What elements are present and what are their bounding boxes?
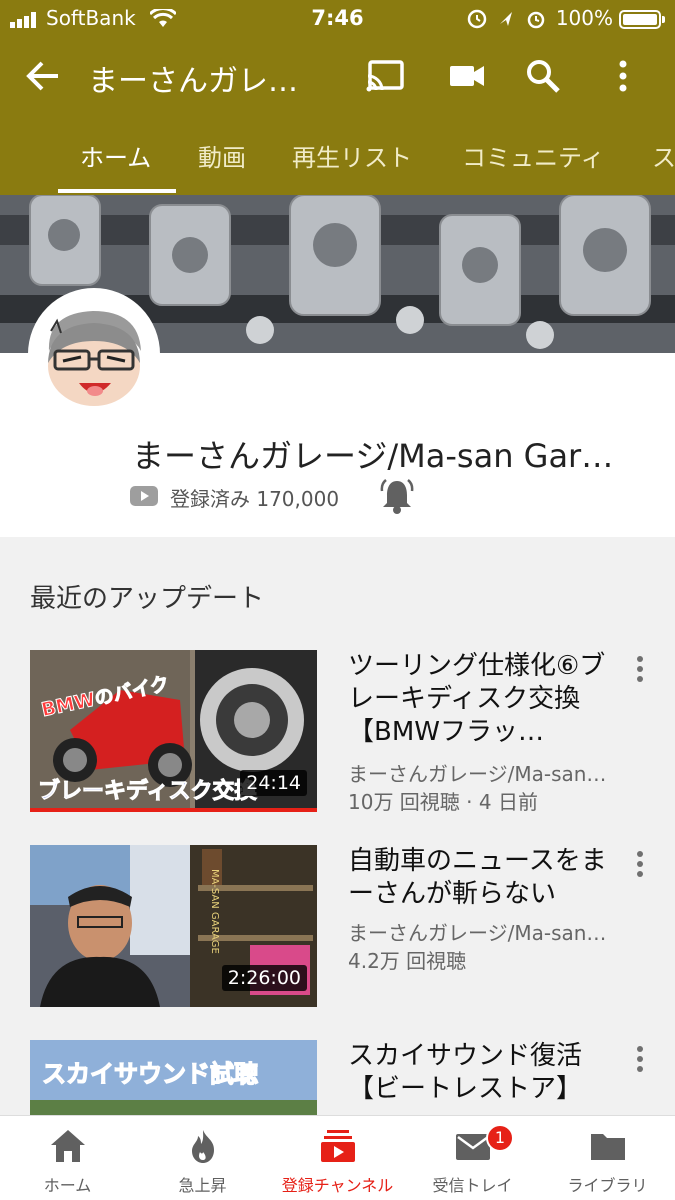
youtube-icon	[130, 486, 158, 506]
video-channel: まーさんガレージ/Ma-san…	[348, 921, 607, 945]
home-icon	[51, 1130, 85, 1162]
status-bar: SoftBank 7:46 100%	[0, 0, 675, 38]
search-icon[interactable]	[522, 56, 564, 96]
nav-label: ライブラリ	[567, 1176, 648, 1195]
video-meta: 10万 回視聴 · 4 日前	[348, 790, 538, 814]
nav-label: 登録チャンネル	[281, 1176, 394, 1195]
top-bar: SoftBank 7:46 100% まーさんガレ… ホーム 動画 再生リスト …	[0, 0, 675, 195]
video-menu-icon[interactable]	[630, 654, 650, 684]
nav-label: 急上昇	[178, 1176, 227, 1195]
video-menu-icon[interactable]	[630, 1044, 650, 1074]
thumbnail-text: スカイサウンド試聴	[42, 1060, 258, 1088]
more-vert-icon[interactable]	[602, 56, 644, 96]
tab-home[interactable]: ホーム	[80, 138, 151, 173]
video-title[interactable]: ツーリング仕様化⑥ブレーキディスク交換【BMWフラッ…	[348, 650, 618, 749]
channel-tabs: ホーム 動画 再生リスト コミュニティ ス	[0, 122, 675, 195]
folder-icon	[591, 1134, 625, 1160]
video-title[interactable]: 自動車のニュースをまーさんが斬らない	[348, 845, 618, 911]
channel-avatar[interactable]	[28, 288, 160, 420]
thumbnail-text: MA-SAN GARAGE	[209, 869, 220, 954]
tab-playlists[interactable]: 再生リスト	[292, 138, 412, 173]
notification-bell-icon[interactable]	[378, 477, 416, 515]
nav-inbox[interactable]: 1 受信トレイ	[405, 1116, 540, 1200]
status-icons	[467, 9, 545, 29]
nav-label: 受信トレイ	[432, 1176, 513, 1195]
tab-community[interactable]: コミュニティ	[462, 138, 605, 173]
cast-icon[interactable]	[364, 56, 406, 96]
nav-subscriptions[interactable]: 登録チャンネル	[270, 1116, 405, 1200]
video-meta: 4.2万 回視聴	[348, 949, 467, 973]
video-thumbnail[interactable]: BMWのバイク ブレーキディスク交換 24:14	[30, 650, 317, 812]
video-menu-icon[interactable]	[630, 849, 650, 879]
video-item[interactable]: MA-SAN GARAGE 2:26:00 自動車のニュースをまーさんが斬らない…	[0, 845, 675, 1015]
video-duration: 2:26:00	[221, 965, 307, 991]
battery-percent: 100%	[555, 6, 613, 30]
flame-icon	[192, 1130, 214, 1163]
tab-active-indicator	[58, 189, 176, 193]
inbox-badge: 1	[486, 1124, 514, 1152]
subscription-count: 登録済み 170,000	[170, 487, 340, 511]
bottom-navigation: ホーム 急上昇 登録チャンネル 1 受信トレイ ライブラリ	[0, 1115, 675, 1200]
video-duration: 24:14	[240, 770, 307, 796]
channel-name: まーさんガレージ/Ma-san Gar…	[132, 437, 614, 475]
thumbnail-text: ブレーキディスク交換	[38, 778, 257, 804]
tab-more[interactable]: ス	[652, 138, 675, 173]
app-bar: まーさんガレ…	[0, 40, 675, 112]
video-camera-icon[interactable]	[446, 56, 488, 96]
section-title: 最近のアップデート	[30, 584, 265, 614]
nav-home[interactable]: ホーム	[0, 1116, 135, 1200]
back-arrow-icon[interactable]	[24, 58, 62, 94]
video-channel: まーさんガレージ/Ma-san…	[348, 762, 607, 786]
nav-library[interactable]: ライブラリ	[540, 1116, 675, 1200]
video-item[interactable]: BMWのバイク ブレーキディスク交換 24:14 ツーリング仕様化⑥ブレーキディ…	[0, 650, 675, 820]
video-title[interactable]: スカイサウンド復活【ビートレストア】	[348, 1040, 618, 1106]
tab-videos[interactable]: 動画	[198, 138, 246, 173]
battery-icon	[619, 10, 665, 29]
nav-label: ホーム	[43, 1176, 92, 1195]
video-thumbnail[interactable]: MA-SAN GARAGE 2:26:00	[30, 845, 317, 1007]
page-title: まーさんガレ…	[88, 64, 298, 99]
nav-trending[interactable]: 急上昇	[135, 1116, 270, 1200]
subscriptions-icon	[321, 1130, 355, 1162]
